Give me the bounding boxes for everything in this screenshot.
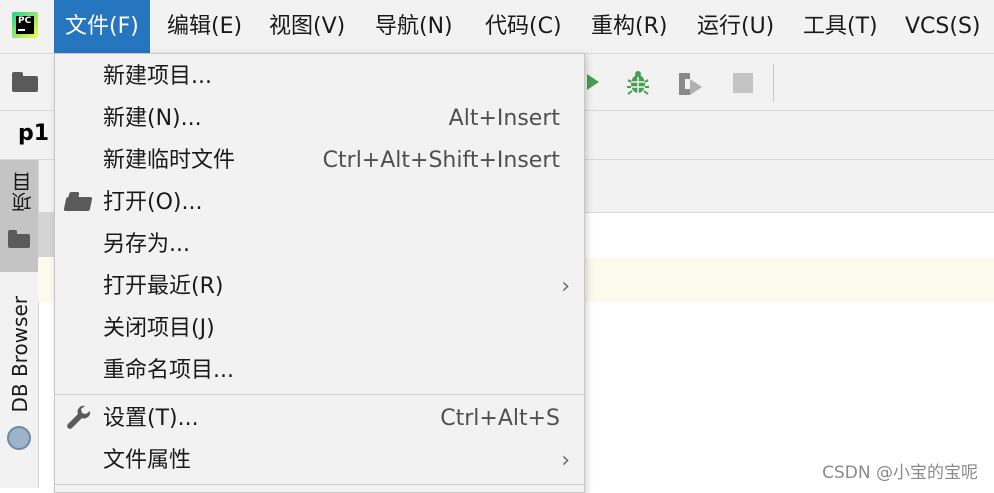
menu-item-close-project[interactable]: 关闭项目(J) <box>55 308 584 350</box>
folder-icon[interactable] <box>12 72 38 92</box>
menu-item-rename-project[interactable]: 重命名项目... <box>55 350 584 392</box>
menu-item-open[interactable]: 打开(O)... <box>55 182 584 224</box>
open-folder-icon <box>63 197 93 211</box>
shortcut-label: Ctrl+Alt+S <box>440 406 560 431</box>
pycharm-logo-icon[interactable]: PC <box>12 12 38 38</box>
db-browser-tab[interactable]: DB Browser <box>8 296 32 413</box>
menu-file[interactable]: 文件(F) <box>54 0 150 53</box>
menu-item-settings[interactable]: 设置(T)... Ctrl+Alt+S <box>55 398 584 440</box>
menu-item-new-project[interactable]: 新建项目... <box>55 56 584 98</box>
folder-icon <box>8 230 30 248</box>
toolbar-separator <box>773 64 774 102</box>
menu-item-new-scratch-file[interactable]: 新建临时文件 Ctrl+Alt+Shift+Insert <box>55 140 584 182</box>
menu-item-new[interactable]: 新建(N)... Alt+Insert <box>55 98 584 140</box>
menu-item-save-as[interactable]: 另存为... <box>55 224 584 266</box>
wrench-icon <box>65 404 91 436</box>
submenu-arrow-icon: › <box>561 274 570 299</box>
menu-navigate[interactable]: 导航(N) <box>364 0 464 53</box>
db-browser-icon[interactable] <box>7 426 31 450</box>
menu-edit[interactable]: 编辑(E) <box>156 0 253 53</box>
coverage-icon[interactable] <box>676 69 704 97</box>
menu-separator <box>55 484 584 485</box>
project-tool-tab[interactable]: 项目 <box>0 160 38 272</box>
menu-code[interactable]: 代码(C) <box>474 0 573 53</box>
menu-run[interactable]: 运行(U) <box>686 0 785 53</box>
bug-icon <box>627 71 649 95</box>
run-icon[interactable] <box>587 74 599 90</box>
shortcut-label: Alt+Insert <box>448 106 560 131</box>
menu-vcs[interactable]: VCS(S) <box>894 0 992 53</box>
menu-separator <box>55 394 584 395</box>
project-tab-label: 项目 <box>11 172 35 212</box>
shortcut-label: Ctrl+Alt+Shift+Insert <box>322 148 560 173</box>
menu-item-file-properties[interactable]: 文件属性 › <box>55 440 584 482</box>
menu-item-open-recent[interactable]: 打开最近(R) › <box>55 266 584 308</box>
editor-tab[interactable]: p1 <box>18 121 49 146</box>
run-with-coverage-icon <box>679 73 702 95</box>
file-menu-dropdown: 新建项目... 新建(N)... Alt+Insert 新建临时文件 Ctrl+… <box>54 53 585 493</box>
menu-tools[interactable]: 工具(T) <box>792 0 889 53</box>
menu-bar: PC 文件(F) 编辑(E) 视图(V) 导航(N) 代码(C) 重构(R) 运… <box>0 0 994 54</box>
menu-view[interactable]: 视图(V) <box>258 0 356 53</box>
watermark: CSDN @小宝的宝呢 <box>822 463 978 483</box>
debug-icon[interactable] <box>626 68 650 96</box>
stop-icon[interactable] <box>733 73 753 93</box>
left-tool-strip: 项目 DB Browser <box>0 160 39 488</box>
menu-refactor[interactable]: 重构(R) <box>580 0 678 53</box>
submenu-arrow-icon: › <box>561 448 570 473</box>
